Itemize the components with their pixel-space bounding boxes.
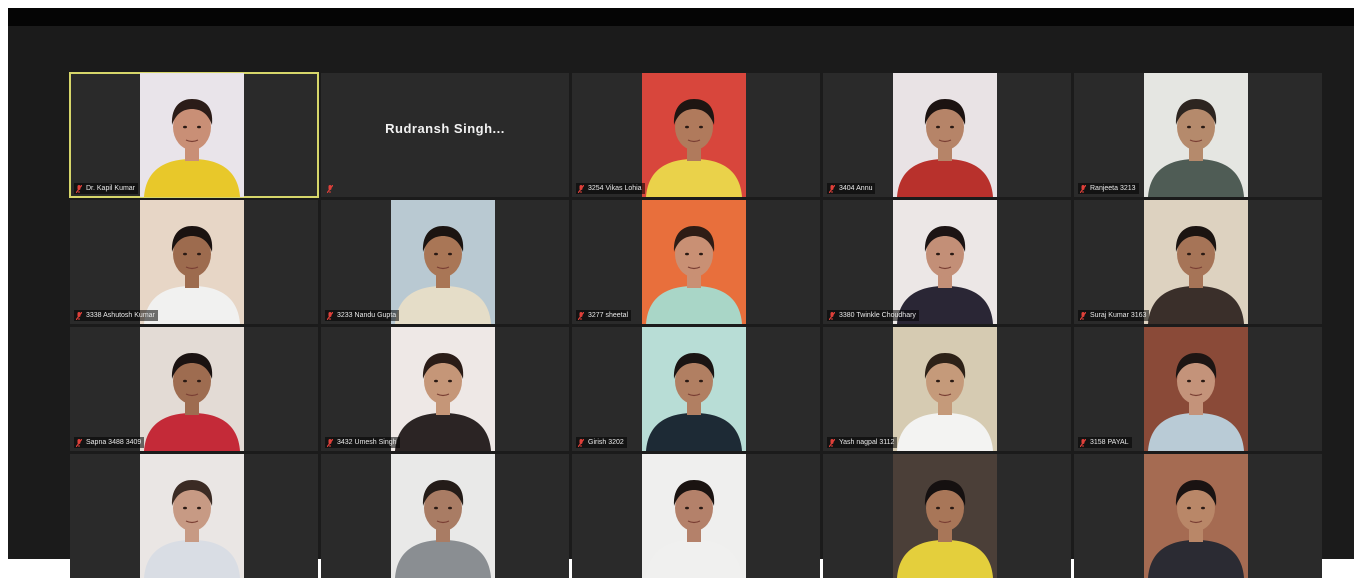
muted-mic-icon: [76, 184, 82, 193]
participant-name: Dr. Kapil Kumar: [86, 185, 136, 192]
participant-name-label: 3404 Annu: [827, 183, 876, 194]
participant-video: [1144, 73, 1248, 197]
participant-name-label: Dr. Kapil Kumar: [74, 183, 139, 194]
participant-name: 3380 Twinkle Choudhary: [839, 312, 916, 319]
participant-name: Yash nagpal 3112: [839, 439, 895, 446]
participant-tile[interactable]: 3233 Nandu Gupta: [321, 200, 569, 324]
participant-name: 3254 Vikas Lohia: [588, 185, 642, 192]
participant-video: [1144, 327, 1248, 451]
muted-mic-icon: [578, 438, 584, 447]
participant-tile[interactable]: Dr. Kapil Kumar: [69, 72, 319, 198]
muted-mic-icon: [578, 184, 584, 193]
participant-name-label: 3233 Nandu Gupta: [325, 310, 400, 321]
participant-tile[interactable]: Suraj Kumar 3163: [1074, 200, 1322, 324]
participant-name: Suraj Kumar 3163: [1090, 312, 1147, 319]
participant-name: 3432 Umesh Singh: [337, 439, 397, 446]
participant-tile[interactable]: Ranjeeta 3213: [1074, 73, 1322, 197]
muted-mic-icon: [1080, 311, 1086, 320]
muted-mic-icon: [327, 184, 333, 193]
participant-tile[interactable]: [70, 454, 318, 578]
participant-tile[interactable]: 3254 Vikas Lohia: [572, 73, 820, 197]
participant-video: [642, 454, 746, 578]
participant-video: [140, 454, 244, 578]
muted-mic-icon: [76, 438, 82, 447]
participant-gallery: Dr. Kapil Kumar Rudransh Singh... 3254 Vik…: [69, 72, 1322, 578]
participant-name-label: 3380 Twinkle Choudhary: [827, 310, 919, 321]
participant-tile[interactable]: [1074, 454, 1322, 578]
participant-video: [642, 327, 746, 451]
participant-name: 3338 Ashutosh Kumar: [86, 312, 155, 319]
participant-name-label: [325, 183, 340, 194]
participant-tile[interactable]: Sapna 3488 3409: [70, 327, 318, 451]
participant-tile[interactable]: 3158 PAYAL: [1074, 327, 1322, 451]
participant-video: [642, 200, 746, 324]
participant-name: 3277 sheetal: [588, 312, 629, 319]
participant-video: [140, 200, 244, 324]
muted-mic-icon: [829, 438, 835, 447]
participant-tile[interactable]: 3277 sheetal: [572, 200, 820, 324]
participant-video: [893, 73, 997, 197]
muted-mic-icon: [578, 311, 584, 320]
participant-video: [642, 73, 746, 197]
participant-name-label: Ranjeeta 3213: [1078, 183, 1139, 194]
muted-mic-icon: [76, 311, 82, 320]
participant-tile[interactable]: [823, 454, 1071, 578]
participant-tile[interactable]: 3380 Twinkle Choudhary: [823, 200, 1071, 324]
participant-tile[interactable]: Rudransh Singh...: [321, 73, 569, 197]
participant-name-label: Suraj Kumar 3163: [1078, 310, 1150, 321]
muted-mic-icon: [327, 438, 333, 447]
participant-name-label: Sapna 3488 3409: [74, 437, 145, 448]
participant-name: 3233 Nandu Gupta: [337, 312, 397, 319]
video-meeting-window: Dr. Kapil Kumar Rudransh Singh... 3254 Vik…: [8, 8, 1354, 578]
participant-name-label: Yash nagpal 3112: [827, 437, 898, 448]
window-top-bar: [8, 8, 1354, 26]
participant-video: [893, 454, 997, 578]
participant-tile[interactable]: [321, 454, 569, 578]
participant-tile[interactable]: 3404 Annu: [823, 73, 1071, 197]
participant-display-name: Rudransh Singh...: [385, 121, 505, 136]
muted-mic-icon: [829, 311, 835, 320]
participant-name: 3158 PAYAL: [1090, 439, 1129, 446]
participant-video: [140, 327, 244, 451]
participant-name: Girish 3202: [588, 439, 624, 446]
participant-video: [391, 454, 495, 578]
muted-mic-icon: [829, 184, 835, 193]
participant-video: [391, 200, 495, 324]
muted-mic-icon: [1080, 438, 1086, 447]
participant-name: Ranjeeta 3213: [1090, 185, 1136, 192]
participant-name-label: 3338 Ashutosh Kumar: [74, 310, 158, 321]
participant-name-label: 3254 Vikas Lohia: [576, 183, 645, 194]
participant-name: Sapna 3488 3409: [86, 439, 142, 446]
participant-name: 3404 Annu: [839, 185, 873, 192]
participant-video: [1144, 454, 1248, 578]
participant-name-label: 3432 Umesh Singh: [325, 437, 400, 448]
participant-name-label: 3277 sheetal: [576, 310, 632, 321]
participant-name-label: 3158 PAYAL: [1078, 437, 1132, 448]
muted-mic-icon: [1080, 184, 1086, 193]
participant-tile[interactable]: [572, 454, 820, 578]
participant-tile[interactable]: 3432 Umesh Singh: [321, 327, 569, 451]
participant-tile[interactable]: 3338 Ashutosh Kumar: [70, 200, 318, 324]
participant-video: [391, 327, 495, 451]
participant-tile[interactable]: Yash nagpal 3112: [823, 327, 1071, 451]
participant-name-label: Girish 3202: [576, 437, 627, 448]
muted-mic-icon: [327, 311, 333, 320]
participant-video: [893, 200, 997, 324]
participant-video: [893, 327, 997, 451]
participant-tile[interactable]: Girish 3202: [572, 327, 820, 451]
participant-video: [140, 73, 244, 197]
participant-video: [1144, 200, 1248, 324]
